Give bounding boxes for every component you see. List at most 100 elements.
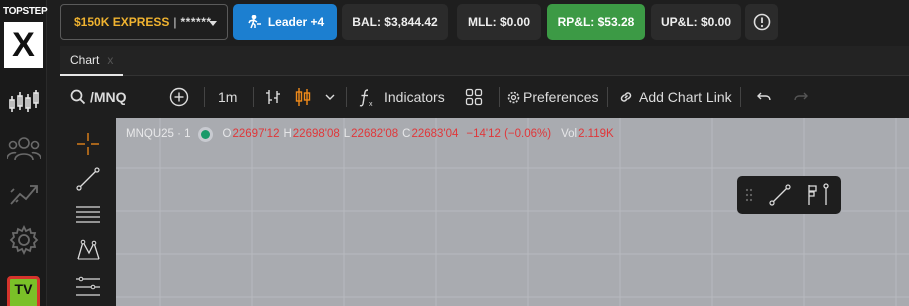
logo-mark: X xyxy=(12,25,35,64)
add-chart-link-button[interactable]: Add Chart Link xyxy=(618,77,732,117)
legend-change: −14'12 (−0.06%) xyxy=(466,128,552,140)
tab-chart-label: Chart xyxy=(70,53,100,67)
toolbar-divider xyxy=(253,87,254,107)
chart-type-dropdown[interactable] xyxy=(324,77,336,117)
account-selector[interactable]: $150K EXPRESS | ****** xyxy=(60,4,228,40)
toolbar-divider xyxy=(499,87,500,107)
upl-stat: UP&L: $0.00 xyxy=(651,4,741,40)
logo-mark-box: X xyxy=(4,22,43,68)
toolbar-divider xyxy=(740,87,741,107)
toolbar-divider xyxy=(204,87,205,107)
tv-badge-label: TV xyxy=(14,281,33,297)
legend-low-label: L xyxy=(343,128,351,140)
gear-icon xyxy=(507,91,520,103)
fib-tool[interactable] xyxy=(74,200,102,228)
legend-high-value: 22698'08 xyxy=(292,128,340,140)
preferences-label: Preferences xyxy=(523,89,599,105)
drawing-toolbar xyxy=(60,118,115,306)
legend-close-label: C xyxy=(402,128,411,140)
balance-value: BAL: $3,844.42 xyxy=(352,15,438,29)
settings-icon[interactable] xyxy=(6,222,42,258)
mll-value: MLL: $0.00 xyxy=(467,15,530,29)
search-icon xyxy=(70,89,86,105)
legend-volume-value: 2.119K xyxy=(578,128,614,140)
svg-text:x: x xyxy=(369,101,373,107)
layouts-button[interactable] xyxy=(465,77,483,117)
legend-open-label: O xyxy=(222,128,232,140)
info-button[interactable] xyxy=(745,4,778,40)
account-separator: | xyxy=(173,15,177,29)
forecast-tool[interactable] xyxy=(74,272,102,300)
account-masked-id: ****** xyxy=(180,15,212,29)
indicators-button[interactable]: x Indicators xyxy=(358,77,445,117)
symbol-value: /MNQ xyxy=(90,89,127,105)
alert-circle-icon xyxy=(753,13,770,31)
logo-text: TOPSTEP xyxy=(3,6,48,17)
brand-logo[interactable]: TOPSTEP X xyxy=(3,6,48,68)
chart-legend: MNQU25 · 1 O 22697'12 H 22698'08 L 22682… xyxy=(126,128,618,140)
trend-line-icon xyxy=(769,184,791,206)
tv-badge[interactable]: TV xyxy=(7,276,40,306)
trend-line-tool[interactable] xyxy=(74,165,102,193)
pattern-tool[interactable] xyxy=(74,236,102,264)
tab-strip: Chart x xyxy=(60,46,909,76)
tab-close-icon[interactable]: x xyxy=(107,53,113,67)
legend-low-value: 22682'08 xyxy=(351,128,399,140)
balance-stat: BAL: $3,844.42 xyxy=(342,4,448,40)
redo-button[interactable] xyxy=(793,77,809,117)
legend-high-label: H xyxy=(283,128,292,140)
trend-icon[interactable] xyxy=(6,176,42,212)
floating-flag-button[interactable] xyxy=(801,176,835,214)
floating-drawing-panel xyxy=(737,176,841,214)
users-icon[interactable] xyxy=(6,130,42,166)
drag-handle-icon[interactable] xyxy=(741,176,757,214)
undo-button[interactable] xyxy=(756,77,772,117)
redo-icon xyxy=(794,92,808,101)
top-header: $150K EXPRESS | ****** Leader +4 BAL: $3… xyxy=(48,0,909,44)
indicators-label: Indicators xyxy=(384,89,445,105)
add-chart-link-label: Add Chart Link xyxy=(639,89,732,105)
walking-person-icon xyxy=(248,15,261,29)
symbol-search[interactable]: /MNQ xyxy=(70,77,127,117)
interval-button[interactable]: 1m xyxy=(218,77,237,117)
plus-circle-icon xyxy=(169,87,189,107)
candles-style-button[interactable] xyxy=(294,77,312,117)
crosshair-tool[interactable] xyxy=(74,130,102,158)
floating-trend-line-button[interactable] xyxy=(765,176,795,214)
pattern-icon xyxy=(77,239,100,260)
bars-icon xyxy=(266,90,280,104)
leader-button[interactable]: Leader +4 xyxy=(233,4,337,40)
chevron-down-icon xyxy=(209,21,217,26)
preferences-button[interactable]: Preferences xyxy=(507,77,598,117)
chevron-down-icon xyxy=(325,94,335,100)
leader-label: Leader +4 xyxy=(267,15,325,29)
bars-style-button[interactable] xyxy=(264,77,282,117)
account-name: $150K EXPRESS xyxy=(74,15,170,29)
legend-volume-label: Vol xyxy=(561,128,578,140)
function-icon: x xyxy=(359,89,373,107)
market-status-dot xyxy=(200,129,210,139)
chart-area[interactable]: MNQU25 · 1 O 22697'12 H 22698'08 L 22682… xyxy=(116,118,909,306)
toolbar-divider xyxy=(607,87,608,107)
legend-open-value: 22697'12 xyxy=(232,128,280,140)
crosshair-icon xyxy=(77,133,99,155)
trend-line-icon xyxy=(76,167,100,191)
compare-add-button[interactable] xyxy=(169,77,189,117)
app-root: TOPSTEP X TV $150K EXPRESS | ****** Lead… xyxy=(0,0,909,306)
left-rail: TOPSTEP X TV xyxy=(0,0,48,306)
rpl-value: RP&L: $53.28 xyxy=(557,15,635,29)
legend-symbol[interactable]: MNQU25 · 1 xyxy=(126,128,191,140)
interval-value: 1m xyxy=(218,89,238,105)
legend-close-value: 22683'04 xyxy=(411,128,459,140)
grid-icon xyxy=(465,88,483,106)
horizontal-lines-icon xyxy=(76,206,100,223)
tab-chart[interactable]: Chart x xyxy=(60,46,124,76)
rpl-stat: RP&L: $53.28 xyxy=(547,4,645,40)
candles-icon[interactable] xyxy=(6,84,42,120)
toolbar-divider xyxy=(346,87,347,107)
undo-icon xyxy=(757,92,771,101)
candles-orange-icon xyxy=(295,88,311,106)
chart-toolbar: /MNQ 1m x Indicators Preferences Add Cha… xyxy=(60,77,909,117)
list-lines-icon xyxy=(76,276,100,296)
mll-stat: MLL: $0.00 xyxy=(457,4,541,40)
